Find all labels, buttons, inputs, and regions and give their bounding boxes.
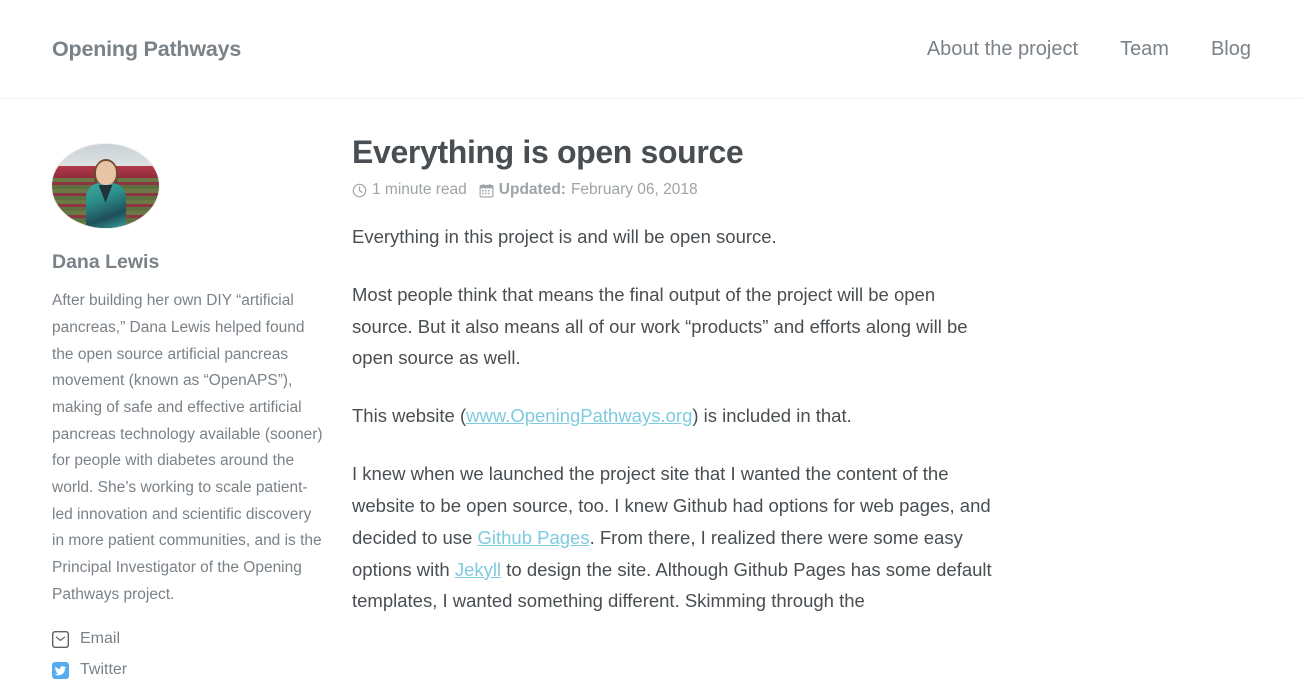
- updated-label: Updated:: [498, 181, 566, 198]
- calendar-icon: [479, 183, 494, 198]
- clock-icon: [352, 183, 367, 198]
- author-link-twitter[interactable]: Twitter: [52, 661, 324, 679]
- page-wrapper: Dana Lewis After building her own DIY “a…: [0, 99, 1303, 688]
- paragraph-2: Most people think that means the final o…: [352, 283, 968, 369]
- envelope-icon: [51, 630, 70, 648]
- author-link-label: Email: [80, 630, 121, 648]
- avatar-head: [95, 160, 116, 185]
- list-item: Twitter: [52, 661, 324, 679]
- paragraph-4: I knew when we launched the project site…: [352, 458, 994, 617]
- author-bio: After building her own DIY “artificial p…: [52, 292, 323, 603]
- author-name: Dana Lewis: [52, 251, 160, 273]
- link-github-pages[interactable]: Github Pages: [477, 527, 589, 548]
- nav-item-about[interactable]: About the project: [927, 38, 1078, 61]
- article-meta: 1 minute read Updated: February 06, 2018: [352, 181, 994, 199]
- author-sidebar: Dana Lewis After building her own DIY “a…: [51, 99, 334, 688]
- article-body: Everything in this project is and will b…: [352, 221, 994, 617]
- paragraph-3: This website (www.OpeningPathways.org) i…: [352, 400, 994, 432]
- nav-item-team[interactable]: Team: [1120, 38, 1169, 61]
- site-navigation: About the project Team Blog: [927, 38, 1251, 61]
- nav-item-blog[interactable]: Blog: [1211, 38, 1251, 61]
- page-title: Everything is open source: [352, 134, 744, 170]
- site-title[interactable]: Opening Pathways: [52, 37, 241, 62]
- updated-date: February 06, 2018: [570, 181, 698, 198]
- author-link-label: Twitter: [80, 661, 128, 679]
- paragraph-3-pre: This website (: [352, 405, 467, 427]
- author-links-list: Email Twitter: [51, 630, 324, 679]
- author-link-email[interactable]: Email: [51, 630, 324, 648]
- avatar-person: [83, 158, 129, 228]
- masthead: Opening Pathways About the project Team …: [0, 0, 1303, 99]
- paragraph-1: Everything in this project is and will b…: [352, 226, 777, 247]
- read-time: 1 minute read: [372, 181, 467, 198]
- list-item: Email: [51, 630, 324, 648]
- paragraph-3-post: ) is included in that.: [692, 405, 852, 427]
- link-opening-pathways[interactable]: www.OpeningPathways.org: [466, 405, 692, 426]
- avatar: [52, 144, 159, 228]
- masthead-inner: Opening Pathways About the project Team …: [0, 0, 1303, 98]
- article: Everything is open source 1 minute read: [334, 99, 994, 643]
- link-jekyll[interactable]: Jekyll: [455, 559, 501, 580]
- twitter-icon: [52, 661, 69, 679]
